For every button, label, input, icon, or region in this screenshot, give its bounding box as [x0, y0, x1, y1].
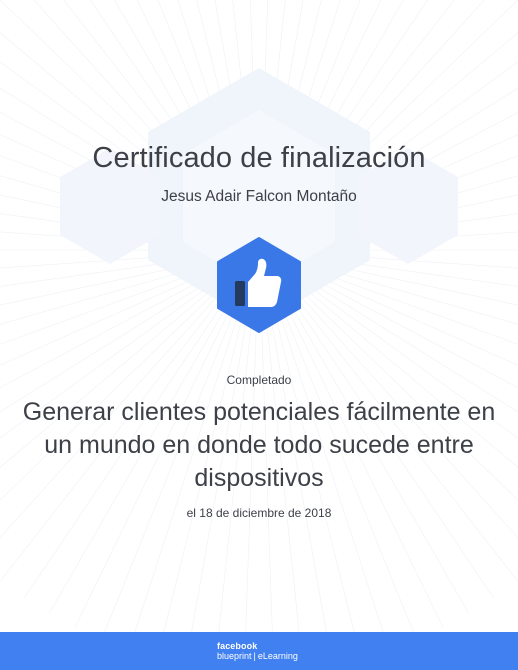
recipient-name: Jesus Adair Falcon Montaño [161, 188, 357, 205]
completed-label: Completado [226, 373, 292, 387]
footer-brand: facebook [217, 641, 258, 651]
footer-product-left: blueprint [217, 651, 252, 661]
certificate-title: Certificado de finalización [92, 142, 426, 174]
certificate-page: Certificado de finalización Jesus Adair … [0, 0, 518, 670]
completion-date: el 18 de diciembre de 2018 [186, 506, 332, 520]
course-title: Generar clientes potenciales fácilmente … [22, 398, 496, 492]
footer-product: blueprint | eLearning [217, 651, 298, 661]
thumbs-up-icon [217, 237, 301, 333]
facebook-blueprint-logo: facebook blueprint | eLearning [217, 641, 298, 661]
footer-separator: | [253, 651, 256, 661]
footer-product-right: eLearning [257, 651, 298, 661]
